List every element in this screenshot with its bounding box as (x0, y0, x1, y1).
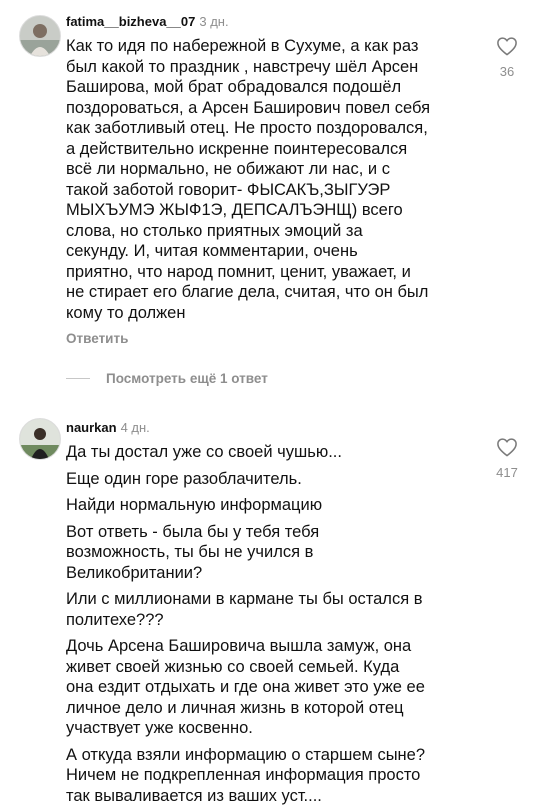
text-line: Баширова, мой брат обрадовался подошёл (66, 78, 402, 96)
text-line: политехе??? (66, 610, 164, 629)
view-replies-label: Посмотреть ещё 1 ответ (106, 371, 268, 386)
paragraph: А откуда взяли информацию о старшем сыне… (66, 745, 486, 807)
text-line: Еще один горе разоблачитель. (66, 469, 302, 488)
text-line: она ездит отдыхать и где она живет это у… (66, 678, 425, 696)
text-line: Ничем не подкрепленная информация просто (66, 766, 421, 784)
text-line: Дочь Арсена Башировича вышла замуж, она (66, 637, 412, 655)
heart-outline-icon[interactable] (496, 36, 518, 56)
avatar[interactable] (19, 418, 61, 460)
text-line: секунду. И, читая комментарии, очень (66, 242, 358, 260)
text-line: Или с миллионами в кармане ты бы остался… (66, 590, 423, 608)
text-line: Найди нормальную информацию (66, 496, 323, 514)
timestamp: 4 дн. (120, 420, 150, 435)
text-line: Великобритании? (66, 563, 203, 582)
comment-meta: fatima__bizheva__07 3 дн. (66, 14, 229, 29)
text-line: Да ты достал уже со своей чушью... (66, 443, 342, 461)
paragraph: Вот ответь - была бы у тебя тебя возможн… (66, 522, 486, 584)
divider (66, 378, 90, 379)
like-count: 36 (499, 64, 515, 79)
avatar[interactable] (19, 15, 61, 57)
comment-text: Как то идя по набережной в Сухуме, а как… (66, 36, 486, 323)
comment-meta: naurkan 4 дн. (66, 420, 150, 435)
like-count: 417 (496, 465, 518, 480)
view-replies-button[interactable]: Посмотреть ещё 1 ответ (66, 371, 268, 386)
text-line: Как то идя по набережной в Сухуме, а как… (66, 37, 419, 55)
text-line: не стирает его благие дела, считая, что … (66, 283, 429, 301)
paragraph: Найди нормальную информацию (66, 495, 486, 516)
text-line: приятно, что народ помнит, ценит, уважае… (66, 262, 411, 281)
text-line: всё ли нормально, не обижают ли нас, и с (66, 160, 390, 178)
timestamp: 3 дн. (199, 14, 229, 29)
paragraph: Или с миллионами в кармане ты бы остался… (66, 589, 486, 630)
like-control: 36 (490, 36, 524, 79)
reply-button[interactable]: Ответить (66, 331, 128, 346)
text-line: так вываливается из ваших уст.... (66, 786, 322, 805)
text-line: кому то должен (66, 303, 186, 322)
text-line: слова, но столько приятных эмоций за (66, 221, 363, 240)
text-line: такой заботой говорит- ФЫСАКЪ,ЗЫГУЭР (66, 180, 391, 199)
paragraph: Дочь Арсена Башировича вышла замуж, она … (66, 636, 486, 739)
text-line: возможность, ты бы не учился в (66, 543, 314, 561)
text-line: участвует уже косвенно. (66, 719, 253, 737)
username[interactable]: naurkan (66, 420, 117, 435)
text-line: как заботливый отец. Не просто поздорова… (66, 119, 428, 137)
text-line: живет своей жизнью со своей семьей. Куда (66, 657, 400, 676)
like-control: 417 (490, 437, 524, 480)
text-line: а действительно искренне поинтересовался (66, 139, 408, 158)
paragraph: Да ты достал уже со своей чушью... (66, 442, 486, 463)
paragraph: Еще один горе разоблачитель. (66, 469, 486, 490)
text-line: МЫХЪУМЭ ЖЫФ1Э, ДЕПСАЛЪЭНЩ) всего (66, 201, 403, 219)
text-line: был какой то праздник , навстречу шёл Ар… (66, 57, 419, 76)
username[interactable]: fatima__bizheva__07 (66, 14, 195, 29)
text-line: Вот ответь - была бы у тебя тебя (66, 522, 320, 541)
heart-outline-icon[interactable] (496, 437, 518, 457)
text-line: поздороваться, а Арсен Баширович повел с… (66, 98, 431, 117)
text-line: А откуда взяли информацию о старшем сыне… (66, 745, 426, 764)
comment-text: Да ты достал уже со своей чушью... Еще о… (66, 442, 486, 812)
text-line: личное дело и личная жизнь в которой оте… (66, 698, 404, 717)
